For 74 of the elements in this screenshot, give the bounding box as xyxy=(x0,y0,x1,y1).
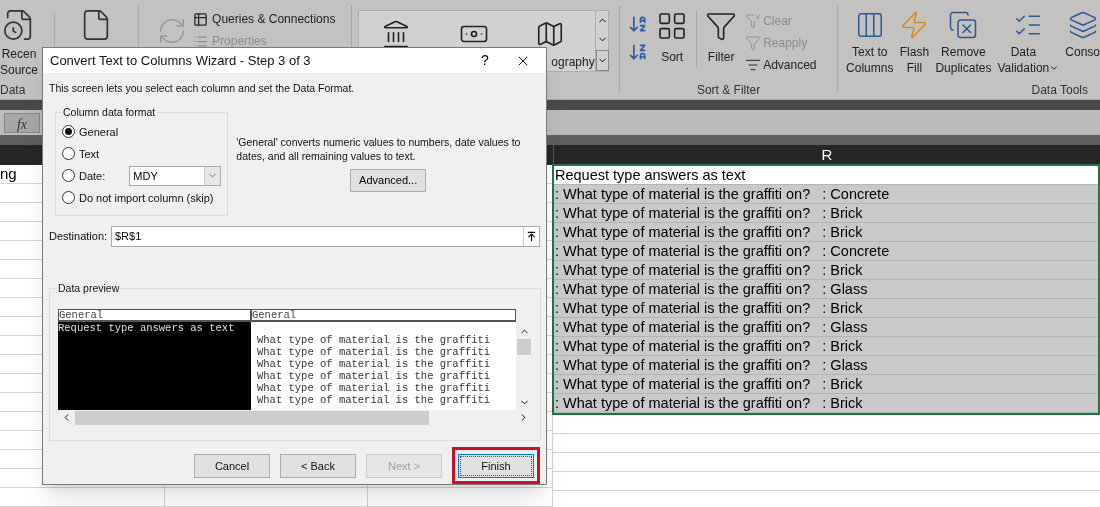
preview-text: Request type answers as text xyxy=(58,321,236,334)
remove-duplicates-icon xyxy=(948,10,979,40)
radio-button[interactable]: General xyxy=(62,123,119,140)
preview-text: What type of material is the graffiti xyxy=(257,333,492,346)
sheet-cell[interactable]: : What type of material is the graffiti on? : Brick xyxy=(554,394,1098,413)
gallery-item-label: ography xyxy=(551,54,595,71)
sort-ascending-button[interactable] xyxy=(628,14,649,34)
command-label: Data Validation xyxy=(997,44,1050,76)
insert-function-button[interactable]: fx xyxy=(4,112,40,133)
more-button[interactable] xyxy=(595,49,609,71)
group-label: Data Tools xyxy=(1031,82,1088,99)
sheet-cell[interactable]: : What type of material is the graffiti on? : Concrete xyxy=(554,185,1098,204)
dialog-title: Convert Text to Columns Wizard - Step 3 of 3 xyxy=(50,51,312,70)
preview-text: What type of material is the graffiti xyxy=(257,393,492,406)
format-hint: 'General' converts numeric values to numbers, date values to dates, and all remaining values to text. xyxy=(236,135,522,163)
scroll-thumb[interactable] xyxy=(75,410,429,425)
sort-az-icon xyxy=(628,14,649,34)
recent-sources-button[interactable]: Recen Source xyxy=(0,8,44,81)
sort-za-icon xyxy=(628,42,649,62)
dialog-button[interactable]: < Back xyxy=(280,454,356,478)
sheet-cell[interactable]: : What type of material is the graffiti on? : Glass xyxy=(554,356,1098,375)
radio-button[interactable]: Do not import column (skip) xyxy=(62,189,214,206)
filter-option-button[interactable]: Advanced xyxy=(745,56,817,74)
preview-text: What type of material is the graffiti xyxy=(257,357,492,370)
date-format-dropdown[interactable]: MDY xyxy=(129,165,222,186)
dialog-description: This screen lets you select each column and set the Data Format. xyxy=(49,81,356,97)
sheet-cell[interactable]: : What type of material is the graffiti on? : Brick xyxy=(554,261,1098,280)
preview-text: What type of material is the graffiti xyxy=(257,369,492,382)
command-label: Remove Duplicates xyxy=(935,44,992,76)
collapse-icon xyxy=(526,230,537,242)
ribbon-command[interactable]: Queries & Connections xyxy=(193,10,336,28)
sort-descending-button[interactable] xyxy=(628,42,649,62)
preview-column[interactable]: Request type answers as text xyxy=(58,321,251,410)
data-tool-button[interactable]: Flash Fill xyxy=(899,10,930,76)
sheet-cell[interactable] xyxy=(0,488,165,507)
data-tool-button[interactable]: Remove Duplicates xyxy=(935,10,992,76)
data-tool-button[interactable]: Text to Columns xyxy=(846,10,894,76)
group-label: Data preview xyxy=(58,280,120,296)
filter-button[interactable]: Filter xyxy=(705,10,738,81)
sheet-cell[interactable]: : What type of material is the graffiti on? : Brick xyxy=(554,337,1098,356)
sheet-cell[interactable] xyxy=(368,488,553,507)
layers-icon xyxy=(1067,10,1098,40)
sheet-cell[interactable]: : What type of material is the graffiti on? : Brick xyxy=(554,299,1098,318)
column-header[interactable]: R xyxy=(553,145,1100,165)
destination-field[interactable]: $R$1 xyxy=(111,225,540,247)
command-label: Recen Source xyxy=(0,46,38,78)
preview-text: What type of material is the graffiti xyxy=(257,381,492,394)
group-label: Data xyxy=(0,82,26,99)
data-tool-button[interactable]: Conso xyxy=(1065,10,1100,60)
data-tool-button[interactable]: Data Validation xyxy=(997,10,1060,76)
panel-icon xyxy=(193,11,209,27)
help-button[interactable]: ? xyxy=(470,50,500,72)
advanced-button[interactable]: Advanced... xyxy=(350,169,427,192)
dialog-button[interactable]: Finish xyxy=(458,454,534,478)
preview-text: What type of material is the graffiti xyxy=(257,345,492,358)
sheet-cell[interactable]: : What type of material is the graffiti on? : Brick xyxy=(554,375,1098,394)
radio-button[interactable]: Text xyxy=(62,145,100,162)
group-label: Sort & Filter xyxy=(696,82,761,99)
sheet-cell[interactable]: : What type of material is the graffiti on? : Glass xyxy=(554,318,1098,337)
dialog-button[interactable]: Cancel xyxy=(194,454,270,478)
sort-button[interactable]: Sort xyxy=(656,10,689,81)
sheet-cell[interactable] xyxy=(165,488,368,507)
group-label: Column data format xyxy=(62,105,157,120)
sheet-cell[interactable]: : What type of material is the graffiti on? : Brick xyxy=(554,223,1098,242)
command-label: Flash Fill xyxy=(899,44,930,76)
list-icon xyxy=(193,33,209,49)
sheet-cell[interactable]: : What type of material is the graffiti on? : Concrete xyxy=(554,242,1098,261)
sheet-cell[interactable]: : What type of material is the graffiti on? : Glass xyxy=(554,280,1098,299)
command-label: Conso xyxy=(1065,44,1100,60)
command-label: Text to Columns xyxy=(846,44,894,76)
radio-button[interactable]: Date: xyxy=(62,167,106,184)
field-label: Destination: xyxy=(49,229,109,244)
sheet-cell[interactable]: : What type of material is the graffiti on? : Brick xyxy=(554,204,1098,223)
scroll-thumb[interactable] xyxy=(517,338,531,355)
